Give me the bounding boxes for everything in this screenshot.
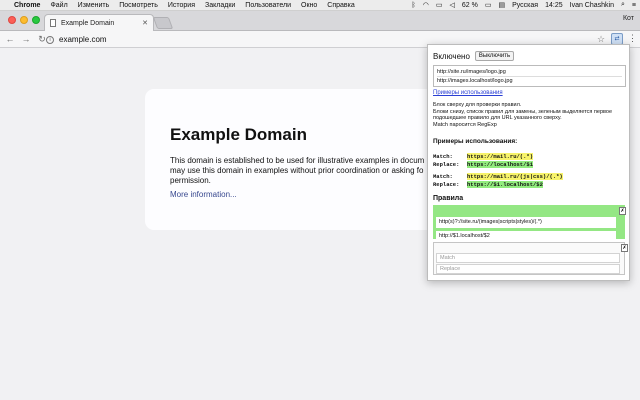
user-name[interactable]: Ivan Chashkin bbox=[570, 2, 614, 9]
examples-heading: Примеры использования: bbox=[433, 138, 518, 145]
window-minimize-button[interactable] bbox=[20, 16, 28, 24]
new-tab-button[interactable] bbox=[152, 17, 174, 29]
example-1: Match: https://mail.ru/(.*) Replace: https… bbox=[433, 153, 534, 168]
rule-match-input[interactable]: http(s)?://site.ru/(images|scripts|style… bbox=[436, 217, 616, 228]
rules-heading: Правила bbox=[433, 195, 464, 202]
list-icon[interactable]: ≡ bbox=[632, 2, 636, 9]
replace-label: Replace: bbox=[433, 160, 460, 168]
menu-bookmarks[interactable]: Закладки bbox=[205, 2, 235, 9]
page-icon bbox=[50, 19, 56, 27]
extension-popup: Включено Выключить http://site.ru/images… bbox=[427, 44, 630, 281]
menu-view[interactable]: Посмотреть bbox=[119, 2, 158, 9]
menu-chrome[interactable]: Chrome bbox=[14, 2, 40, 9]
forward-icon[interactable]: → bbox=[20, 34, 32, 44]
tab-example-domain[interactable]: Example Domain ✕ bbox=[44, 14, 154, 31]
menu-people[interactable]: Пользователи bbox=[245, 2, 291, 9]
enabled-label: Включено bbox=[433, 51, 470, 61]
menu-window[interactable]: Окно bbox=[301, 2, 317, 9]
macos-menubar: Chrome Файл Изменить Посмотреть История … bbox=[0, 0, 640, 11]
input-language[interactable]: Русская bbox=[512, 2, 538, 9]
replace-label: Replace: bbox=[433, 180, 460, 188]
battery-percent[interactable]: 62 % bbox=[462, 2, 478, 9]
more-information-link[interactable]: More information... bbox=[170, 190, 237, 199]
wifi-icon[interactable]: ◠ bbox=[423, 1, 429, 9]
tab-title: Example Domain bbox=[61, 19, 115, 27]
new-replace-input[interactable]: Replace bbox=[436, 264, 620, 274]
menu-edit[interactable]: Изменить bbox=[78, 2, 110, 9]
bluetooth-icon[interactable]: ᛒ bbox=[412, 2, 416, 9]
flag-icon[interactable]: ▤ bbox=[498, 1, 505, 9]
back-icon[interactable]: ← bbox=[4, 34, 16, 44]
battery-icon[interactable]: ▭ bbox=[485, 1, 492, 9]
example-replace: https://localhost/$1 bbox=[467, 160, 534, 168]
tab-strip: Example Domain ✕ Кот bbox=[0, 11, 640, 31]
example-match: https://mail.ru/(js|css)/(.*) bbox=[467, 173, 563, 180]
example-2: Match: https://mail.ru/(js|css)/(.*) Repl… bbox=[433, 173, 563, 188]
rule-replace-input[interactable]: http://$1.localhost/$2 bbox=[436, 231, 616, 242]
close-icon[interactable]: ✕ bbox=[142, 19, 148, 27]
rule-spacer bbox=[436, 208, 622, 217]
match-label: Match: bbox=[433, 153, 453, 160]
window-close-button[interactable] bbox=[8, 16, 16, 24]
test-url-line: http://site.ru/images/logo.jpg bbox=[437, 69, 506, 75]
airplay-icon[interactable]: ▭ bbox=[436, 1, 443, 9]
new-match-input[interactable]: Match bbox=[436, 253, 620, 263]
example-replace: https://$1.localhost/$2 bbox=[467, 180, 543, 188]
new-rule-card: ✗ Match Replace bbox=[433, 242, 628, 275]
menu-file[interactable]: Файл bbox=[50, 2, 67, 9]
profile-name[interactable]: Кот bbox=[623, 15, 634, 22]
examples-link[interactable]: Примеры использования bbox=[433, 90, 503, 96]
menu-help[interactable]: Справка bbox=[327, 2, 354, 9]
status-area: ᛒ ◠ ▭ ◁ 62 % ▭ ▤ Русская 14:25 Ivan Chas… bbox=[412, 1, 636, 9]
menu-dots-icon[interactable]: ⋮ bbox=[628, 33, 637, 44]
delete-rule-icon[interactable]: ✗ bbox=[621, 244, 628, 252]
description-line: Match паросится RegExp bbox=[433, 121, 497, 128]
test-url-textarea[interactable]: http://site.ru/images/logo.jpg http://im… bbox=[433, 65, 626, 87]
match-label: Match: bbox=[433, 173, 453, 180]
window-zoom-button[interactable] bbox=[32, 16, 40, 24]
page-heading: Example Domain bbox=[170, 125, 307, 144]
description-line: Блоки снизу, список правил для замены, з… bbox=[433, 108, 612, 122]
page-card: Example Domain This domain is establishe… bbox=[145, 89, 435, 230]
menu-history[interactable]: История bbox=[168, 2, 195, 9]
search-icon[interactable]: ⌕ bbox=[621, 1, 625, 9]
description: Блок сверху для проверки правил. Блоки с… bbox=[433, 102, 628, 128]
rule-card-active: ✗ http(s)?://site.ru/(images|scripts|sty… bbox=[433, 205, 626, 242]
volume-icon[interactable]: ◁ bbox=[449, 1, 454, 9]
disable-button[interactable]: Выключить bbox=[474, 51, 515, 61]
page-paragraph: This domain is established to be used fo… bbox=[170, 156, 425, 185]
clock[interactable]: 14:25 bbox=[545, 2, 563, 9]
example-match: https://mail.ru/(.*) bbox=[467, 153, 534, 160]
info-icon[interactable]: i bbox=[46, 35, 54, 44]
delete-rule-icon[interactable]: ✗ bbox=[619, 207, 626, 215]
enabled-row: Включено Выключить bbox=[433, 51, 515, 61]
url-text[interactable]: example.com bbox=[59, 35, 107, 44]
test-url-line: http://images.localhost/logo.jpg bbox=[437, 76, 622, 85]
